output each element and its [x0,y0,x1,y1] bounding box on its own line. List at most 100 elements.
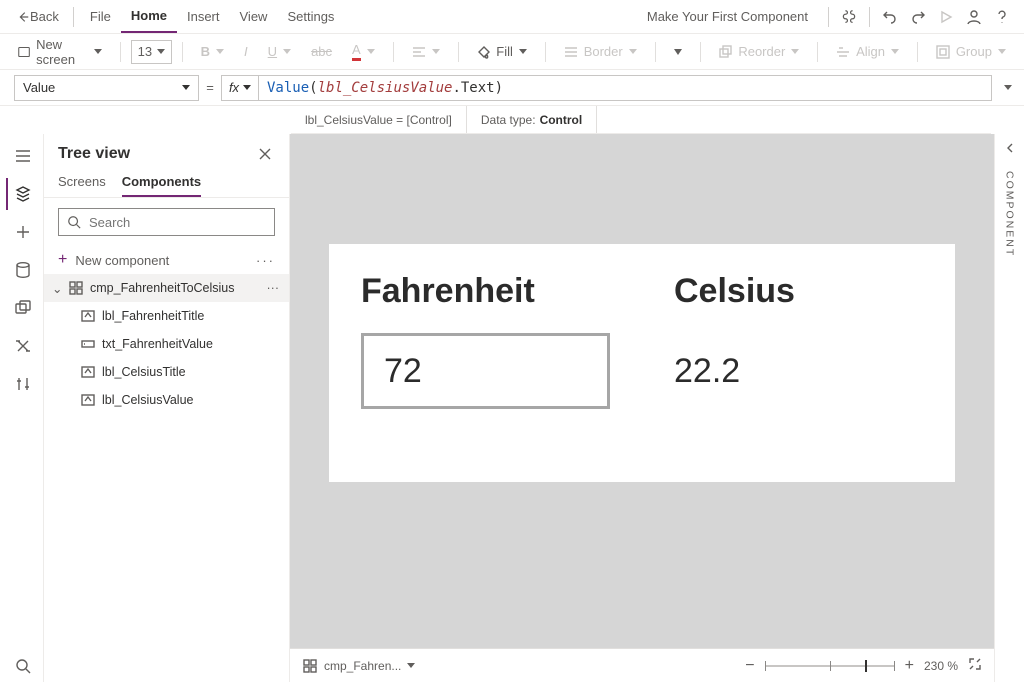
tree-item-label: lbl_FahrenheitTitle [102,309,204,323]
tree-item-txt-fahrenheit-value[interactable]: txt_FahrenheitValue [44,330,289,358]
tab-components[interactable]: Components [122,174,201,197]
plus-icon: + [58,252,67,268]
font-size-input[interactable]: 13 [131,40,172,64]
rail-variables[interactable] [6,330,38,362]
new-component-button[interactable]: +New component ··· [44,246,289,274]
separator [120,42,121,62]
left-rail [0,134,44,682]
menu-view[interactable]: View [230,0,278,33]
redo-button[interactable] [904,3,932,31]
canvas-footer: cmp_Fahren... − + 230 % [290,648,994,682]
text-input-icon [80,336,96,352]
menu-insert[interactable]: Insert [177,0,230,33]
zoom-level: 230 % [924,659,958,673]
undo-button[interactable] [876,3,904,31]
separator [828,7,829,27]
chevron-down-icon [407,663,415,668]
ribbon-toolbar: New screen 13 B I U abc A Fill Border Re… [0,34,1024,70]
tree-item-component-root[interactable]: ⌄ cmp_FahrenheitToCelsius ··· [44,274,289,302]
menu-home[interactable]: Home [121,0,177,33]
collapse-icon[interactable]: ⌄ [52,281,62,296]
rail-hamburger[interactable] [6,140,38,172]
border-button[interactable]: Border [556,40,645,63]
fit-to-window-button[interactable] [968,657,982,674]
canvas-area[interactable]: Fahrenheit 72 Celsius 22.2 cmp_Fahren... [290,134,994,682]
formula-input[interactable]: Value(lbl_CelsiusValue.Text) [259,75,992,101]
expand-formula-button[interactable] [992,85,1024,90]
tab-screens[interactable]: Screens [58,174,106,197]
tree-item-label: cmp_FahrenheitToCelsius [90,281,235,295]
tree-item-label: txt_FahrenheitValue [102,337,213,351]
zoom-out-button[interactable]: − [745,657,754,675]
chevron-down-icon [243,85,251,90]
chevron-down-icon [94,49,102,54]
help-icon[interactable] [988,3,1016,31]
separator [73,7,74,27]
expand-properties-button[interactable] [1004,142,1016,157]
profile-icon[interactable] [960,3,988,31]
rail-insert[interactable] [6,216,38,248]
align-text-button[interactable] [404,42,448,62]
formula-context: lbl_CelsiusValue = [Control] [291,106,467,133]
new-screen-button[interactable]: New screen [10,33,110,71]
equals-label: = [199,80,221,95]
tree-list: ⌄ cmp_FahrenheitToCelsius ··· lbl_Fahren… [44,274,289,414]
separator [655,42,656,62]
formula-datatype: Data type: Control [467,106,597,133]
strike-button[interactable]: abc [303,40,340,63]
zoom-in-button[interactable]: + [905,657,914,675]
play-button[interactable] [932,3,960,31]
search-icon [67,215,81,229]
breadcrumb-item[interactable]: cmp_Fahren... [302,658,415,674]
property-dropdown[interactable]: Value [14,75,199,101]
separator [393,42,394,62]
fahrenheit-value-input[interactable]: 72 [361,333,610,409]
formula-bar: Value = fx Value(lbl_CelsiusValue.Text) [0,70,1024,106]
reorder-button[interactable]: Reorder [710,40,807,63]
formula-info-bar: lbl_CelsiusValue = [Control] Data type: … [291,106,991,134]
tree-search[interactable] [58,208,275,236]
font-color-button[interactable]: A [344,38,383,65]
app-checker-icon[interactable] [835,3,863,31]
more-icon[interactable]: ··· [256,253,275,268]
back-button[interactable]: Back [8,9,67,24]
separator [458,42,459,62]
tree-search-input[interactable] [89,215,266,230]
tree-item-label: lbl_CelsiusTitle [102,365,186,379]
bold-button[interactable]: B [193,40,232,63]
align-objects-button[interactable]: Align [828,40,907,63]
zoom-slider[interactable] [765,665,895,667]
menu-settings[interactable]: Settings [277,0,344,33]
tree-item-lbl-celsius-title[interactable]: lbl_CelsiusTitle [44,358,289,386]
more-icon[interactable]: ··· [267,281,280,295]
rail-media[interactable] [6,292,38,324]
fx-button[interactable]: fx [221,75,259,101]
rail-data[interactable] [6,254,38,286]
fill-button[interactable]: Fill [468,40,535,63]
component-preview[interactable]: Fahrenheit 72 Celsius 22.2 [329,244,955,482]
tree-item-label: lbl_CelsiusValue [102,393,194,407]
back-label: Back [30,9,59,24]
celsius-value-label: 22.2 [674,333,923,409]
tree-item-lbl-celsius-value[interactable]: lbl_CelsiusValue [44,386,289,414]
separator [917,42,918,62]
rail-tree-view[interactable] [6,178,38,210]
underline-button[interactable]: U [260,40,299,63]
label-icon [80,308,96,324]
chevron-down-icon [182,85,190,90]
menu-file[interactable]: File [80,0,121,33]
rail-advanced[interactable] [6,368,38,400]
tree-item-lbl-fahrenheit-title[interactable]: lbl_FahrenheitTitle [44,302,289,330]
right-panel-label: COMPONENT [1004,171,1016,257]
celsius-title-label: Celsius [674,272,923,311]
expand-ribbon-button[interactable] [666,45,690,59]
component-icon [302,658,318,674]
fahrenheit-title-label: Fahrenheit [361,272,610,311]
right-rail: COMPONENT [994,134,1024,682]
close-panel-button[interactable] [255,144,275,164]
top-menubar: Back File Home Insert View Settings Make… [0,0,1024,34]
rail-search[interactable] [6,650,38,682]
chevron-down-icon [519,49,527,54]
group-button[interactable]: Group [928,40,1014,63]
italic-button[interactable]: I [236,40,256,63]
